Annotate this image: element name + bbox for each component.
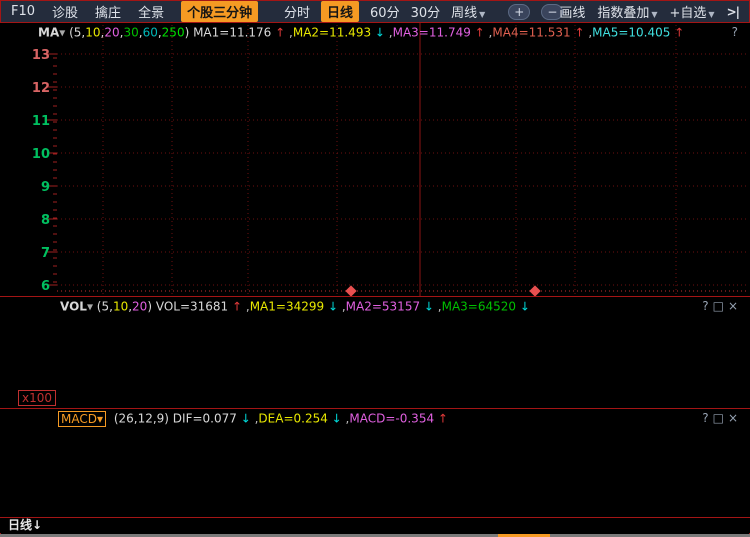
volume-pane-icons[interactable]: ?□× (702, 299, 742, 313)
comma: , (385, 26, 393, 40)
svg-text:13: 13 (32, 48, 50, 63)
promo-button[interactable]: 个股三分钟 (181, 1, 258, 22)
chevron-down-icon: ▾ (87, 300, 97, 314)
toolbar-right-group: 画线 指数叠加▼ +自选▼ >| (559, 2, 739, 21)
svg-text:9: 9 (41, 180, 50, 195)
svg-text:6: 6 (41, 279, 50, 294)
indicator-value: MA1=34299 (250, 300, 324, 314)
volume-unit-label: x100 (18, 390, 56, 406)
period-button-group: 分时日线60分30分周线▼+− (284, 1, 563, 22)
indicator-selector[interactable]: VOL (60, 300, 87, 314)
comma: , (585, 26, 593, 40)
indicator-value: MA5=10.405 (592, 26, 670, 40)
comma: , (434, 300, 442, 314)
param-20: 20 (104, 26, 119, 40)
param-10: 10 (113, 300, 128, 314)
paren: ) (185, 26, 194, 40)
trend-arrow-icon: ↓ (371, 26, 385, 40)
candlestick-chart[interactable]: 13 12 11 10 9 8 7 6 (0, 23, 750, 296)
period-indicator[interactable]: 日线↓ (8, 518, 42, 533)
vol-indicator-row: VOL▾ (5,10,20) VOL=31681 ↑ ,MA1=34299 ↓ … (60, 299, 530, 314)
comma: , (242, 300, 250, 314)
chevron-down-icon: ▾ (59, 26, 69, 40)
svg-text:7: 7 (41, 246, 50, 261)
indicator-selector[interactable]: MACD▾ (58, 411, 106, 427)
param-20: 20 (132, 300, 147, 314)
price-pane-icons[interactable]: ? (732, 25, 742, 39)
trend-arrow-icon: ↓ (516, 300, 530, 314)
indicator-value: MA3=64520 (442, 300, 516, 314)
period-tab-1[interactable]: 日线 (321, 1, 359, 22)
indicator-value: VOL=31681 (156, 300, 228, 314)
trend-arrow-icon: ↑ (434, 412, 448, 426)
svg-text:8: 8 (41, 213, 50, 228)
param-5: 5 (101, 300, 109, 314)
macd-indicator-row: MACD▾ (26,12,9) DIF=0.077 ↓ ,DEA=0.254 ↓… (58, 411, 448, 426)
toolbar: F10诊股擒庄全景个股三分钟 分时日线60分30分周线▼+− 画线 指数叠加▼ … (1, 1, 749, 23)
period-tab-2[interactable]: 60分 (370, 2, 400, 21)
trend-arrow-icon: ↑ (271, 26, 285, 40)
zoom-in-button[interactable]: + (508, 4, 530, 20)
price-chart-pane[interactable]: 131211109876 MA▾ (5,10,20,30,60,250) MA1… (0, 23, 750, 296)
paren: ) (147, 300, 156, 314)
trend-arrow-icon: ↓ (324, 300, 338, 314)
volume-chart[interactable] (0, 297, 750, 408)
menu-item-1[interactable]: 诊股 (52, 2, 78, 21)
indicator-value: MA1=11.176 (193, 26, 271, 40)
stock-app-window: F10诊股擒庄全景个股三分钟 分时日线60分30分周线▼+− 画线 指数叠加▼ … (0, 0, 750, 537)
period-tab-4[interactable]: 周线▼ (451, 2, 485, 21)
indicator-value: MA2=11.493 (293, 26, 371, 40)
macd-pane[interactable]: MACD▾ (26,12,9) DIF=0.077 ↓ ,DEA=0.254 ↓… (0, 409, 750, 517)
indicator-value: DEA=0.254 (258, 412, 327, 426)
chevron-down-icon: ▼ (708, 10, 714, 19)
menu-item-3[interactable]: 全景 (138, 2, 164, 21)
indicator-params: (26,12,9) (110, 412, 173, 426)
trend-arrow-icon: ↓ (237, 412, 251, 426)
indicator-value: MA4=11.531 (492, 26, 570, 40)
indicator-value: MA3=11.749 (393, 26, 471, 40)
indicator-value: MA2=53157 (346, 300, 420, 314)
svg-text:11: 11 (32, 114, 50, 129)
indicator-selector[interactable]: MA (38, 26, 59, 40)
time-axis-bar: 日线↓ (0, 518, 750, 533)
trend-arrow-icon: ↓ (328, 412, 342, 426)
param-250: 250 (162, 26, 185, 40)
comma: , (338, 300, 346, 314)
param-10: 10 (85, 26, 100, 40)
ma-indicator-row: MA▾ (5,10,20,30,60,250) MA1=11.176 ↑ ,MA… (38, 25, 684, 40)
volume-pane[interactable]: VOL▾ (5,10,20) VOL=31681 ↑ ,MA1=34299 ↓ … (0, 297, 750, 408)
draw-line-button[interactable]: 画线 (559, 2, 585, 21)
trend-arrow-icon: ↑ (670, 26, 684, 40)
svg-text:12: 12 (32, 81, 50, 96)
toolbar-menu-group: F10 诊股擒庄全景个股三分钟 (1, 1, 258, 22)
period-tab-3[interactable]: 30分 (411, 2, 441, 21)
param-60: 60 (143, 26, 158, 40)
period-tab-0[interactable]: 分时 (284, 2, 310, 21)
param-30: 30 (123, 26, 138, 40)
trend-arrow-icon: ↓ (420, 300, 434, 314)
indicator-value: DIF=0.077 (173, 412, 237, 426)
comma: , (285, 26, 293, 40)
trend-arrow-icon: ↑ (228, 300, 242, 314)
trend-arrow-icon: ↑ (471, 26, 485, 40)
chevron-down-icon: ▼ (651, 10, 657, 19)
menu-item-2[interactable]: 擒庄 (95, 2, 121, 21)
menu-item-0[interactable]: F10 (11, 4, 35, 19)
trend-arrow-icon: ↑ (571, 26, 585, 40)
svg-text:10: 10 (32, 147, 50, 162)
collapse-panel-icon[interactable]: >| (727, 5, 739, 19)
index-overlay-dropdown[interactable]: 指数叠加▼ (597, 2, 657, 21)
add-watchlist-dropdown[interactable]: +自选▼ (670, 2, 715, 21)
macd-pane-icons[interactable]: ?□× (702, 411, 742, 425)
indicator-value: MACD=-0.354 (349, 412, 434, 426)
chevron-down-icon: ▼ (479, 10, 485, 19)
